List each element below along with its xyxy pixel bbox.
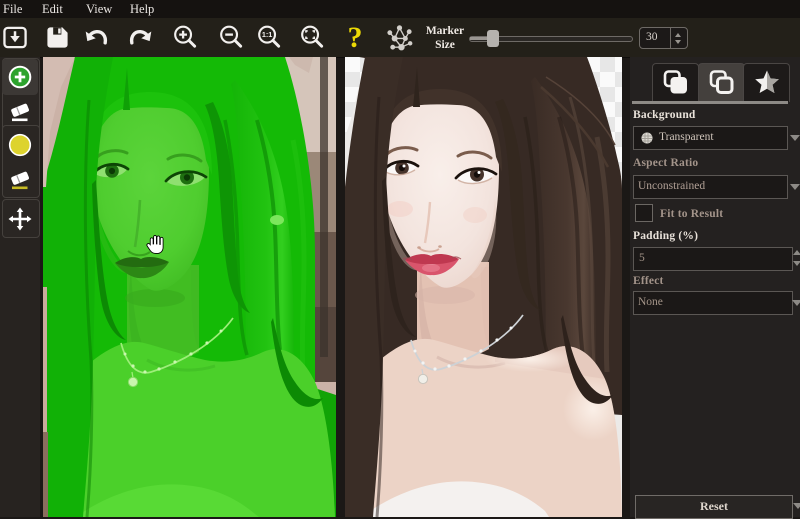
- svg-text:1:1: 1:1: [261, 30, 271, 39]
